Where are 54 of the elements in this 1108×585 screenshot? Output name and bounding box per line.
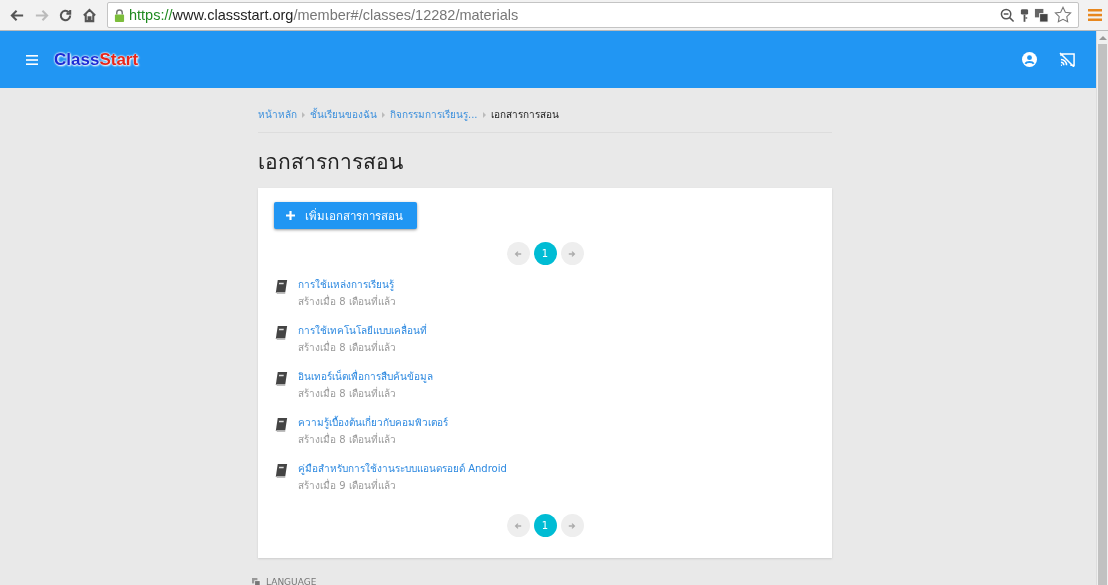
previous-page-button[interactable] <box>506 514 530 537</box>
book-icon <box>274 417 289 432</box>
material-link[interactable]: คู่มือสำหรับการใช้งานระบบแอนดรอยด์ Android <box>298 461 507 476</box>
plus-icon <box>286 211 295 220</box>
created-date: สร้างเมื่อ 8 เดือนที่แล้ว <box>298 432 397 447</box>
material-link[interactable]: การใช้แหล่งการเรียนรู้ <box>298 277 396 292</box>
account-icon[interactable] <box>1022 52 1037 67</box>
left-arrow-icon <box>514 249 522 258</box>
material-link[interactable]: อินเทอร์เน็ตเพื่อการสืบค้นข้อมูล <box>298 369 433 384</box>
menu-icon[interactable] <box>1088 8 1102 22</box>
add-material-button[interactable]: เพิ่มเอกสารการสอน <box>274 202 417 229</box>
created-date: สร้างเมื่อ 8 เดือนที่แล้ว <box>298 294 396 309</box>
chevron-icon <box>382 111 385 118</box>
next-page-button[interactable] <box>560 514 584 537</box>
breadcrumb-link[interactable]: ชั้นเรียนของฉัน <box>310 107 377 122</box>
breadcrumb-current-page: เอกสารการสอน <box>490 108 559 122</box>
breadcrumb-link[interactable]: หน้าหลัก <box>258 107 297 122</box>
home-icon[interactable] <box>82 7 97 23</box>
star-icon[interactable] <box>1054 6 1072 24</box>
material-link[interactable]: การใช้เทคโนโลยีแบบเคลื่อนที่ <box>298 323 427 338</box>
breadcrumb-link[interactable]: กิจกรรมการเรียนรู... <box>390 107 478 122</box>
url-host: www.classstart.org <box>172 7 294 23</box>
menu-icon[interactable] <box>26 54 38 65</box>
page-title: เอกสารการสอน <box>258 149 404 176</box>
zoom-out-icon[interactable] <box>1000 7 1015 23</box>
book-icon <box>274 325 289 340</box>
back-icon[interactable] <box>10 7 25 23</box>
created-date: สร้างเมื่อ 8 เดือนที่แล้ว <box>298 340 397 355</box>
previous-page-button[interactable] <box>506 242 530 265</box>
right-arrow-icon <box>568 249 576 258</box>
url-scheme: https:// <box>129 7 173 23</box>
translate-icon <box>252 577 261 585</box>
book-icon <box>274 463 289 478</box>
key-icon[interactable] <box>1020 7 1029 23</box>
book-icon <box>274 371 289 386</box>
lock-icon <box>114 7 125 23</box>
cast-off-icon[interactable] <box>1059 52 1076 67</box>
logo[interactable]: ClassStart <box>54 49 139 70</box>
page-button[interactable]: 1 <box>533 242 557 265</box>
translate-icon[interactable] <box>1034 7 1049 23</box>
page-button[interactable]: 1 <box>533 514 557 537</box>
right-arrow-icon <box>568 521 576 530</box>
address-bar[interactable]: https://www.classstart.org/member#/classes/12282/materials <box>107 2 1079 28</box>
left-arrow-icon <box>514 521 522 530</box>
next-page-button[interactable] <box>560 242 584 265</box>
language-link[interactable]: LANGUAGE <box>266 577 317 585</box>
chevron-icon <box>302 111 305 118</box>
material-link[interactable]: ความรู้เบื้องต้นเกี่ยวกับคอมพิวเตอร์ <box>298 415 448 430</box>
created-date: สร้างเมื่อ 9 เดือนที่แล้ว <box>298 478 397 493</box>
book-icon <box>274 279 289 294</box>
created-date: สร้างเมื่อ 8 เดือนที่แล้ว <box>298 386 397 401</box>
chevron-icon <box>482 111 486 118</box>
reload-icon[interactable] <box>58 7 73 23</box>
url-path: /member#/classes/12282/materials <box>293 7 519 23</box>
